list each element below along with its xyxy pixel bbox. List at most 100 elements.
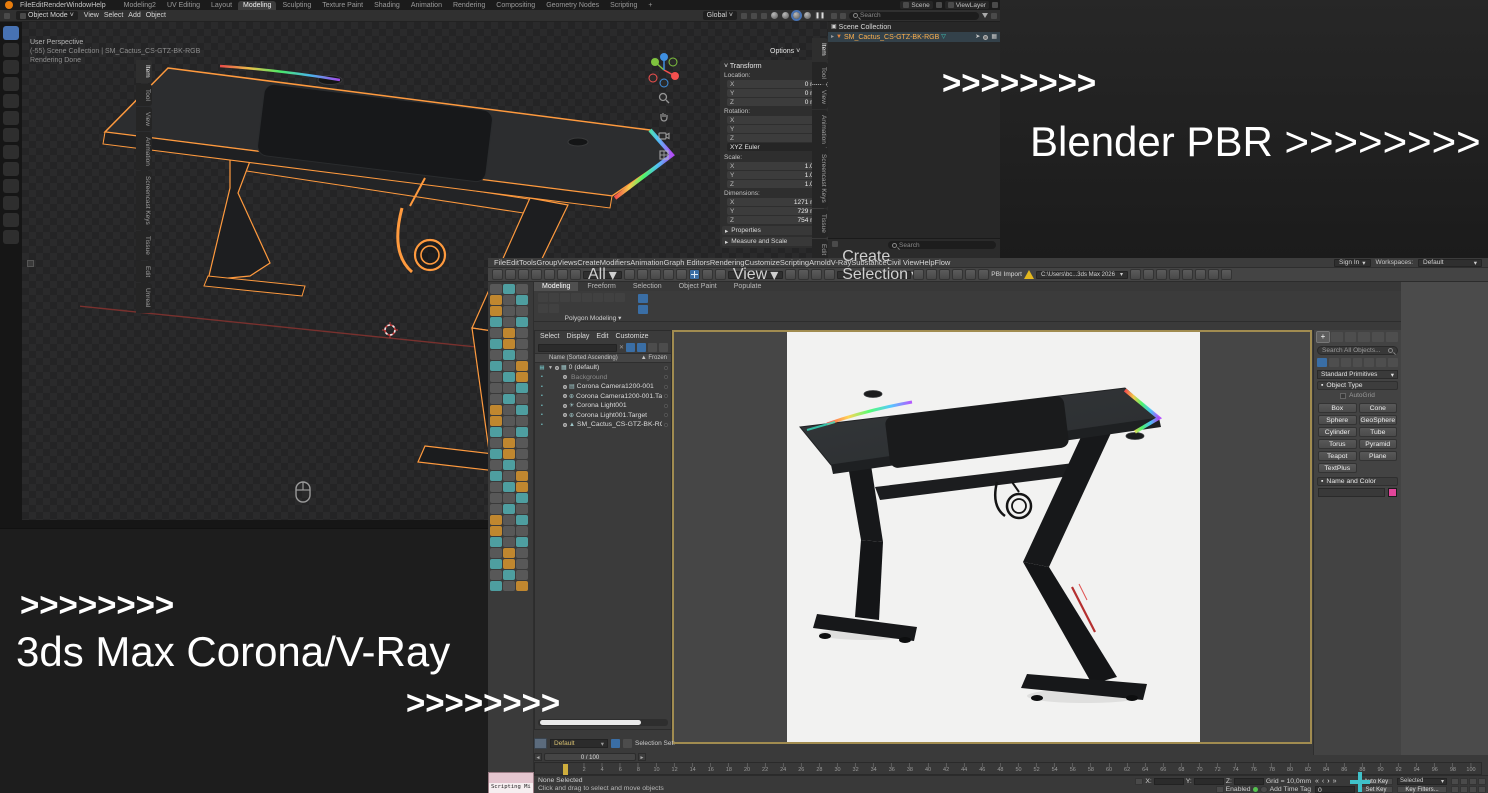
outliner-mode-icon[interactable]: [831, 13, 837, 19]
move-icon[interactable]: move: [3, 60, 19, 74]
object-row[interactable]: ▸ ▼ SM_Cactus_CS-GTZ-BK-RGB ▽ ➤ ▦: [828, 32, 1000, 42]
toolbar-icon[interactable]: [503, 482, 515, 492]
npanel-tab[interactable]: Item: [136, 60, 152, 83]
toolbar-icon[interactable]: [503, 405, 515, 415]
max-menu-file[interactable]: File: [494, 258, 506, 267]
scale-field[interactable]: Y1.000: [727, 171, 824, 179]
create-set-icon[interactable]: [611, 739, 620, 748]
toolbar-icon[interactable]: [549, 304, 559, 313]
toolbar-icon[interactable]: [913, 269, 924, 280]
toolbar-icon[interactable]: [516, 328, 528, 338]
toolbar-icon[interactable]: [503, 570, 515, 580]
textplus-button[interactable]: TextPlus: [1318, 463, 1357, 473]
workspace-tab[interactable]: UV Editing: [162, 1, 205, 10]
y-coordinate-field[interactable]: [1194, 778, 1224, 785]
toolbar-icon[interactable]: [637, 269, 648, 280]
toolbar-icon[interactable]: [516, 460, 528, 470]
npanel-tab[interactable]: Animation: [812, 110, 828, 149]
visibility-icon[interactable]: [563, 423, 567, 427]
toolbar-icon[interactable]: [490, 581, 502, 591]
workspace-tab[interactable]: Shading: [369, 1, 405, 10]
filter-icon[interactable]: [982, 13, 988, 18]
lights-category-icon[interactable]: [1341, 358, 1351, 367]
npanel-tab[interactable]: Screencast Keys: [136, 171, 152, 230]
visibility-icon[interactable]: [563, 413, 567, 417]
toolbar-icon[interactable]: [490, 515, 502, 525]
disable-render-icon[interactable]: ▦: [991, 34, 997, 40]
toolbar-icon[interactable]: [503, 372, 515, 382]
perspective-toggle-icon[interactable]: [658, 149, 670, 161]
toolbar-icon[interactable]: [516, 405, 528, 415]
max-menu-views[interactable]: Views: [557, 258, 577, 267]
toolbar-icon[interactable]: [516, 306, 528, 316]
toolbar-icon[interactable]: [516, 515, 528, 525]
npanel-tab[interactable]: Tool: [812, 62, 828, 84]
navigation-gizmo[interactable]: [645, 50, 683, 90]
previous-frame-button[interactable]: ‹: [1322, 778, 1325, 785]
explorer-row[interactable]: ▪ ▲ SM_Cactus_CS-GTZ-BK-RGB: [535, 420, 671, 430]
explorer-row[interactable]: ▦ ▼ ▦ 0 (default): [535, 363, 671, 373]
frozen-toggle[interactable]: [664, 423, 668, 427]
visibility-icon[interactable]: [563, 375, 567, 379]
toolbar-icon[interactable]: [503, 537, 515, 547]
toolbar-icon[interactable]: [516, 339, 528, 349]
max-menu-tools[interactable]: Tools: [519, 258, 537, 267]
workspace-tab[interactable]: Texture Paint: [317, 1, 368, 10]
ribbon-toggle-icon[interactable]: [638, 294, 648, 303]
adaptive-degradation-toggle[interactable]: [1216, 786, 1224, 793]
maxscript-mini-listener[interactable]: Scripting Mi: [488, 772, 534, 793]
toolbar-icon[interactable]: [516, 493, 528, 503]
rotate-icon[interactable]: rotate: [3, 77, 19, 91]
rotation-field[interactable]: Y0°: [727, 125, 824, 133]
npanel-tab[interactable]: Screencast Keys: [812, 149, 828, 208]
toolbar-icon[interactable]: [570, 269, 581, 280]
toolbar-icon[interactable]: [624, 269, 635, 280]
toolbar-icon[interactable]: [516, 482, 528, 492]
outliner-search-input[interactable]: Search: [849, 12, 979, 20]
camera-view-icon[interactable]: [658, 130, 670, 142]
add-time-tag[interactable]: Add Time Tag: [1270, 786, 1311, 793]
outliner-options-icon[interactable]: [991, 13, 997, 19]
toolbar-icon[interactable]: [516, 361, 528, 371]
toolbar-icon[interactable]: [965, 269, 976, 280]
toolbar-icon[interactable]: [492, 269, 503, 280]
toolbar-icon[interactable]: [503, 526, 515, 536]
toolbar-icon[interactable]: [503, 383, 515, 393]
viewport-menu-select[interactable]: Select: [104, 12, 123, 19]
toolbar-icon[interactable]: [503, 339, 515, 349]
toolbar-icon[interactable]: [490, 537, 502, 547]
toolbar-icon[interactable]: [490, 526, 502, 536]
toolbar-icon[interactable]: [503, 581, 515, 591]
column-frozen-header[interactable]: Frozen: [648, 355, 667, 361]
explorer-search-input[interactable]: [538, 344, 617, 352]
tube-button[interactable]: Tube: [1359, 427, 1398, 437]
max-menu-scripting[interactable]: Scripting: [780, 258, 809, 267]
collection-row[interactable]: ▣ Scene Collection: [828, 22, 1000, 32]
toolbar-icon[interactable]: [503, 548, 515, 558]
modify-tab-icon[interactable]: [1331, 332, 1343, 342]
npanel-tab[interactable]: View: [136, 107, 152, 131]
visibility-icon[interactable]: [563, 385, 567, 389]
toolbar-icon[interactable]: [490, 471, 502, 481]
sphere-button[interactable]: Sphere: [1318, 415, 1357, 425]
npanel-tab[interactable]: Tissue: [812, 209, 828, 238]
dimension-field[interactable]: Z754 mm: [727, 216, 824, 224]
explorer-row[interactable]: ▪ ☀ Corona Light001: [535, 401, 671, 411]
object-name-field[interactable]: [1318, 488, 1385, 497]
editor-type-icon[interactable]: [4, 13, 10, 19]
max-menu-flow[interactable]: Flow: [935, 258, 951, 267]
rotation-field[interactable]: X0°: [727, 116, 824, 124]
ribbon-tab[interactable]: Selection: [625, 282, 670, 291]
pan-hand-icon[interactable]: [658, 111, 670, 123]
toolbar-icon[interactable]: [490, 394, 502, 404]
toolbar-icon[interactable]: [1130, 269, 1141, 280]
cylinder-button[interactable]: Cylinder: [1318, 427, 1357, 437]
viewport-layout-icon[interactable]: [1478, 786, 1486, 793]
workspace-tab[interactable]: Sculpting: [277, 1, 316, 10]
ribbon-tab[interactable]: Modeling: [534, 282, 578, 291]
plane-button[interactable]: Plane: [1359, 451, 1398, 461]
toolbar-icon[interactable]: [516, 559, 528, 569]
motion-tab-icon[interactable]: [1358, 332, 1370, 342]
shading-rendered-icon[interactable]: [804, 12, 811, 19]
max-menu-edit[interactable]: Edit: [506, 258, 519, 267]
